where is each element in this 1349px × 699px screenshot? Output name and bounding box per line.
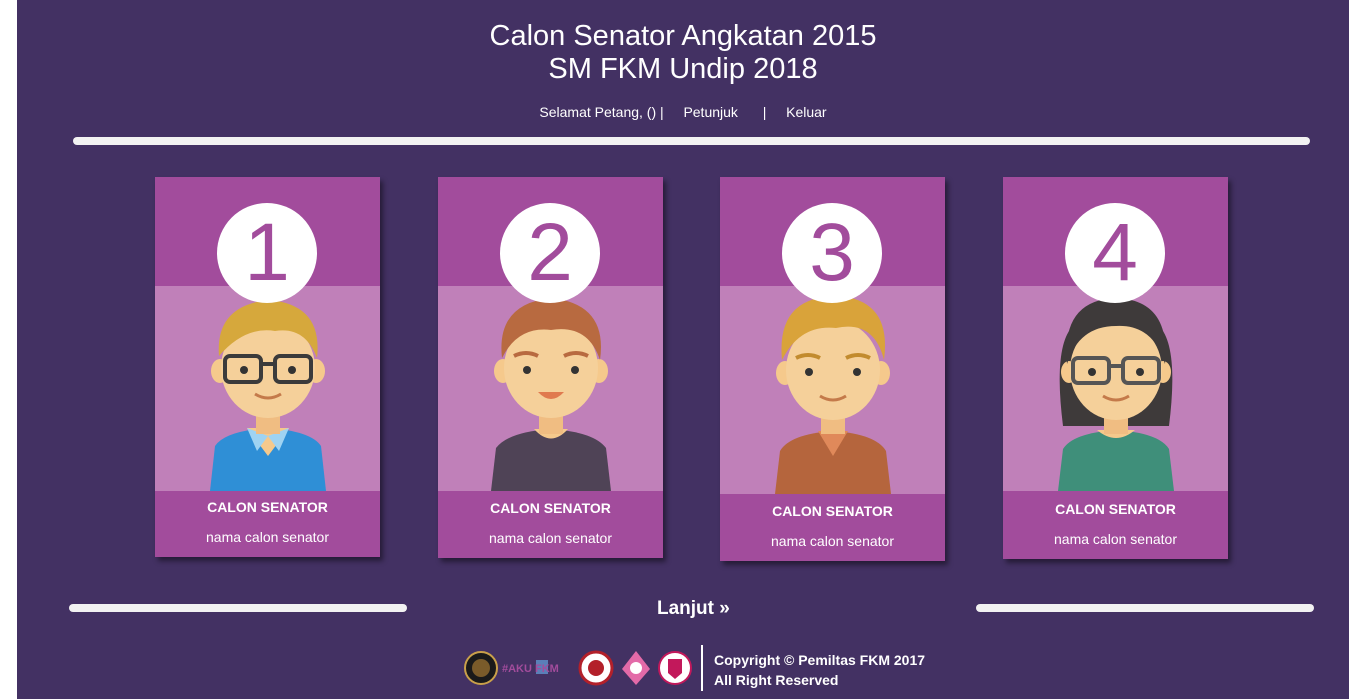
page-background: Calon Senator Angkatan 2015 SM FKM Undip… [17, 0, 1349, 699]
footer-divider-right [976, 604, 1314, 612]
candidate-card-4[interactable]: 4 CALON SENATOR nama calon senator [1003, 177, 1228, 559]
man-blond-glasses-avatar-icon [210, 300, 326, 491]
next-button[interactable]: Lanjut » [657, 598, 730, 620]
man-blond-avatar-icon [775, 296, 891, 494]
footer-logos: #AKU FKM [464, 649, 694, 689]
svg-text:#AKU FKM: #AKU FKM [502, 663, 559, 675]
candidate-number-badge: 1 [217, 203, 317, 303]
woman-glasses-avatar-icon [1058, 298, 1174, 491]
candidate-photo [438, 286, 663, 491]
candidate-card-2[interactable]: 2 CALON SENATOR nama calon senator [438, 177, 663, 558]
candidate-role: CALON SENATOR [1055, 501, 1176, 517]
footer-vertical-divider [701, 645, 703, 691]
candidate-number-badge: 2 [500, 203, 600, 303]
candidate-role: CALON SENATOR [207, 499, 328, 515]
man-red-hair-avatar-icon [491, 298, 611, 491]
pink-emblem-icon [622, 651, 650, 685]
candidate-name: nama calon senator [206, 529, 329, 545]
candidate-name: nama calon senator [771, 533, 894, 549]
university-seal-icon [464, 651, 498, 685]
aku-fkm-logo-icon: #AKU FKM [502, 660, 559, 675]
candidate-name: nama calon senator [1054, 531, 1177, 547]
candidate-number-badge: 3 [782, 203, 882, 303]
candidate-card-3[interactable]: 3 CALON SENATOR nama calon senator [720, 177, 945, 561]
candidate-photo [720, 286, 945, 494]
greeting-text: Selamat Petang, () | [539, 104, 664, 120]
page-title: Calon Senator Angkatan 2015 SM FKM Undip… [17, 20, 1349, 86]
page-title-line-2: SM FKM Undip 2018 [548, 53, 818, 85]
footer-divider-left [69, 604, 407, 612]
faculty-badge-icon [578, 650, 614, 686]
candidate-name: nama calon senator [489, 530, 612, 546]
candidate-card-1[interactable]: 1 CALON SENATOR nama calon senator [155, 177, 380, 557]
copyright-block: Copyright © Pemiltas FKM 2017 All Right … [714, 650, 925, 690]
candidate-photo [1003, 286, 1228, 491]
copyright-text: Copyright © Pemiltas FKM 2017 [714, 652, 926, 668]
candidate-photo [155, 286, 380, 491]
rights-text: All Right Reserved [714, 672, 839, 688]
top-nav: Selamat Petang, () | Petunjuk | Keluar [17, 104, 1349, 120]
candidate-number-badge: 4 [1065, 203, 1165, 303]
red-shield-emblem-icon [658, 651, 692, 685]
nav-separator: | [762, 104, 767, 120]
candidate-role: CALON SENATOR [772, 503, 893, 519]
logout-link[interactable]: Keluar [786, 104, 826, 120]
help-link[interactable]: Petunjuk [683, 104, 737, 120]
page-title-line-1: Calon Senator Angkatan 2015 [489, 20, 877, 52]
header-divider [73, 137, 1310, 145]
candidate-role: CALON SENATOR [490, 500, 611, 516]
